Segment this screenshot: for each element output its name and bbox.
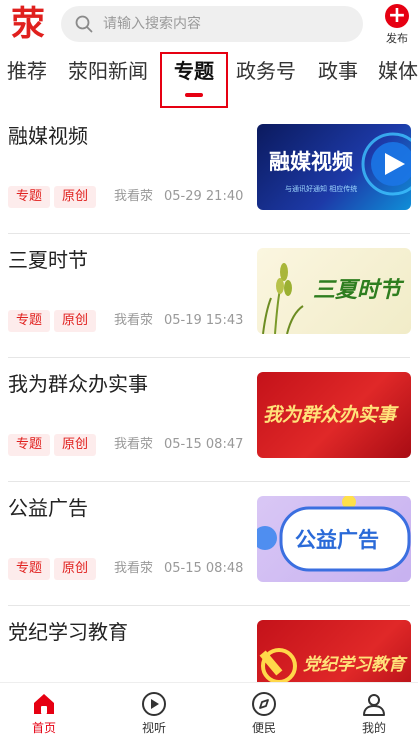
article-tags: 专题 原创 [8,186,100,208]
user-icon [363,694,385,716]
article-title: 我为群众办实事 [8,372,148,396]
article-time: 05-29 21:40 [164,189,244,204]
list-item[interactable]: 融媒视频 专题 原创 我看荥 05-29 21:40 融媒视频 与通讯好通知 相应… [0,110,418,234]
thumbnail-subtitle: 与通讯好通知 相应传统 [285,185,358,193]
list-item[interactable]: 我为群众办实事 专题 原创 我看荥 05-15 08:47 我为群众办实事 [0,358,418,482]
thumbnail-title: 融媒视频 [269,149,353,174]
list-item[interactable]: 公益广告 专题 原创 我看荥 05-15 08:48 公益广告 [0,482,418,606]
tag-original: 原创 [54,310,97,332]
tag-original: 原创 [54,186,97,208]
article-tags: 专题 原创 [8,434,100,456]
thumbnail-title: 我为群众办实事 [263,404,397,426]
article-title: 党纪学习教育 [8,620,128,644]
article-thumbnail: 三夏时节 [257,248,411,334]
tab-xingyang-news[interactable]: 荥阳新闻 [68,58,148,84]
nav-profile[interactable]: 我的 [334,683,414,748]
search-placeholder: 请输入搜索内容 [103,16,201,32]
article-time: 05-15 08:48 [164,561,244,576]
tab-government-accounts[interactable]: 政务号 [236,58,296,84]
article-title: 融媒视频 [8,124,88,148]
nav-services[interactable]: 便民 [224,683,304,748]
article-tags: 专题 原创 [8,558,100,580]
play-icon [142,692,166,716]
plus-icon: + [385,4,409,28]
app-header: 荥 请输入搜索内容 + 发布 [0,0,418,48]
nav-home[interactable]: 首页 [4,683,84,748]
bottom-navigation: 首页 视听 便民 我的 [0,682,418,748]
tag-topic: 专题 [8,558,51,580]
article-source: 我看荥 [114,437,154,452]
article-source: 我看荥 [114,313,154,328]
article-thumbnail: 公益广告 [257,496,411,582]
app-logo[interactable]: 荥 [8,4,48,44]
tag-original: 原创 [54,434,97,456]
nav-profile-label: 我的 [361,721,386,735]
compass-icon [252,692,276,716]
thumbnail-title: 公益广告 [295,527,379,552]
home-icon [34,694,54,714]
list-item[interactable]: 三夏时节 专题 原创 我看荥 05-19 15:43 三夏时节 [0,234,418,358]
active-tab-indicator [185,93,203,97]
nav-services-label: 便民 [251,721,276,735]
article-source: 我看荥 [114,189,154,204]
tab-media[interactable]: 媒体 [378,58,418,84]
article-thumbnail: 融媒视频 与通讯好通知 相应传统 [257,124,411,210]
tag-original: 原创 [54,558,97,580]
article-title: 公益广告 [8,496,88,520]
publish-button[interactable]: + 发布 [380,4,414,46]
tag-topic: 专题 [8,186,51,208]
article-time: 05-19 15:43 [164,313,244,328]
search-bar[interactable]: 请输入搜索内容 [61,6,363,42]
article-tags: 专题 原创 [8,310,100,332]
tag-topic: 专题 [8,434,51,456]
tab-recommend[interactable]: 推荐 [7,58,47,84]
search-icon [75,15,93,33]
article-time: 05-15 08:47 [164,437,244,452]
tab-government-affairs[interactable]: 政事 [318,58,358,84]
publish-label: 发布 [386,32,408,45]
active-tab-highlight [160,52,228,108]
nav-home-label: 首页 [31,721,56,735]
nav-video[interactable]: 视听 [114,683,194,748]
article-source: 我看荥 [114,561,154,576]
thumbnail-title: 党纪学习教育 [303,655,405,675]
thumbnail-title: 三夏时节 [313,277,402,303]
nav-video-label: 视听 [141,721,166,735]
article-title: 三夏时节 [8,248,88,272]
article-thumbnail: 我为群众办实事 [257,372,411,458]
tag-topic: 专题 [8,310,51,332]
